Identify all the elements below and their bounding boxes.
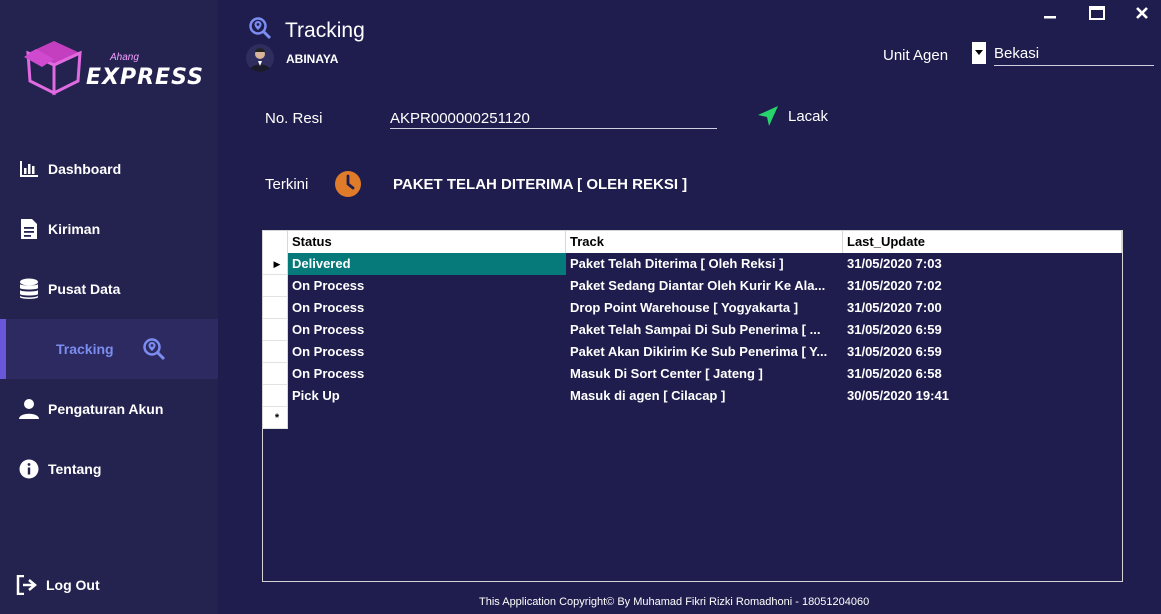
row-header[interactable] bbox=[263, 341, 288, 363]
sidebar-item-tentang[interactable]: Tentang bbox=[0, 449, 218, 489]
row-header[interactable] bbox=[263, 385, 288, 407]
no-resi-label: No. Resi bbox=[265, 110, 323, 127]
sidebar-item-label: Pusat Data bbox=[48, 281, 121, 297]
last-update-cell[interactable]: 31/05/2020 6:58 bbox=[843, 363, 1122, 385]
sidebar-item-label: Tracking bbox=[56, 341, 114, 357]
table-row[interactable]: Pick Up Masuk di agen [ Cilacap ] 30/05/… bbox=[263, 385, 1122, 407]
track-cell[interactable]: Paket Sedang Diantar Oleh Kurir Ke Ala..… bbox=[566, 275, 843, 297]
track-cell[interactable]: Paket Akan Dikirim Ke Sub Penerima [ Y..… bbox=[566, 341, 843, 363]
logout-icon bbox=[16, 574, 38, 596]
column-header-track[interactable]: Track bbox=[566, 231, 843, 253]
last-update-cell[interactable]: 31/05/2020 6:59 bbox=[843, 319, 1122, 341]
sidebar-item-label: Kiriman bbox=[48, 221, 101, 237]
bar-chart-icon bbox=[18, 158, 40, 180]
last-update-cell[interactable]: 31/05/2020 7:02 bbox=[843, 275, 1122, 297]
last-update-cell[interactable]: 31/05/2020 6:59 bbox=[843, 341, 1122, 363]
status-cell[interactable]: Pick Up bbox=[288, 385, 566, 407]
tracking-grid[interactable]: Status Track Last_Update ▶ Delivered Pak… bbox=[262, 230, 1123, 582]
chevron-down-icon bbox=[975, 50, 983, 55]
maximize-button[interactable] bbox=[1087, 4, 1107, 22]
sidebar: Ahang EXPRESS Dashboard Kiriman Pusat Da… bbox=[0, 0, 218, 614]
logout-button[interactable]: Log Out bbox=[0, 565, 218, 605]
document-icon bbox=[18, 218, 40, 240]
row-header[interactable] bbox=[263, 319, 288, 341]
status-cell[interactable]: On Process bbox=[288, 297, 566, 319]
no-resi-input[interactable] bbox=[390, 108, 717, 129]
brand-name: EXPRESS bbox=[86, 65, 204, 90]
lacak-label: Lacak bbox=[788, 107, 829, 125]
table-row[interactable]: On Process Masuk Di Sort Center [ Jateng… bbox=[263, 363, 1122, 385]
status-cell[interactable]: Delivered bbox=[288, 253, 566, 275]
tracking-icon bbox=[248, 16, 272, 45]
track-cell[interactable]: Paket Telah Sampai Di Sub Penerima [ ... bbox=[566, 319, 843, 341]
track-cell[interactable]: Masuk Di Sort Center [ Jateng ] bbox=[566, 363, 843, 385]
brand-script: Ahang bbox=[110, 52, 139, 63]
user-icon bbox=[18, 398, 40, 420]
status-cell[interactable]: On Process bbox=[288, 363, 566, 385]
lacak-button[interactable]: Lacak bbox=[756, 104, 828, 128]
info-icon bbox=[18, 458, 40, 480]
unit-agen-value[interactable]: Bekasi bbox=[994, 45, 1154, 66]
app-logo: Ahang EXPRESS bbox=[22, 35, 203, 105]
table-row[interactable]: On Process Paket Akan Dikirim Ke Sub Pen… bbox=[263, 341, 1122, 363]
box-logo-icon bbox=[24, 41, 82, 96]
grid-corner bbox=[263, 231, 288, 253]
last-update-cell[interactable]: 31/05/2020 7:03 bbox=[843, 253, 1122, 275]
grid-header: Status Track Last_Update bbox=[263, 231, 1122, 253]
terkini-label: Terkini bbox=[265, 176, 309, 193]
terkini-status: PAKET TELAH DITERIMA [ OLEH REKSI ] bbox=[393, 176, 688, 193]
row-header[interactable] bbox=[263, 363, 288, 385]
location-arrow-icon bbox=[758, 106, 778, 126]
column-header-last-update[interactable]: Last_Update bbox=[843, 231, 1122, 253]
row-header[interactable] bbox=[263, 297, 288, 319]
last-update-cell[interactable]: 30/05/2020 19:41 bbox=[843, 385, 1122, 407]
sidebar-item-label: Pengaturan Akun bbox=[48, 401, 164, 417]
table-row[interactable]: On Process Paket Telah Sampai Di Sub Pen… bbox=[263, 319, 1122, 341]
sidebar-item-dashboard[interactable]: Dashboard bbox=[0, 149, 218, 189]
close-icon bbox=[1136, 7, 1148, 19]
user-name: ABINAYA bbox=[286, 52, 339, 66]
column-header-status[interactable]: Status bbox=[288, 231, 566, 253]
last-update-cell[interactable]: 31/05/2020 7:00 bbox=[843, 297, 1122, 319]
unit-agen-dropdown[interactable] bbox=[972, 42, 986, 64]
track-cell[interactable]: Masuk di agen [ Cilacap ] bbox=[566, 385, 843, 407]
status-cell[interactable]: On Process bbox=[288, 341, 566, 363]
page-title: Tracking bbox=[285, 19, 365, 42]
track-cell[interactable]: Drop Point Warehouse [ Yogyakarta ] bbox=[566, 297, 843, 319]
minimize-icon bbox=[1044, 16, 1056, 19]
new-row[interactable]: * bbox=[263, 407, 1122, 429]
table-row[interactable]: ▶ Delivered Paket Telah Diterima [ Oleh … bbox=[263, 253, 1122, 275]
search-location-icon bbox=[142, 337, 166, 361]
close-button[interactable] bbox=[1132, 4, 1152, 22]
track-cell[interactable]: Paket Telah Diterima [ Oleh Reksi ] bbox=[566, 253, 843, 275]
status-cell[interactable]: On Process bbox=[288, 275, 566, 297]
sidebar-item-tracking[interactable]: Tracking bbox=[0, 319, 218, 379]
database-icon bbox=[18, 278, 40, 300]
table-row[interactable]: On Process Paket Sedang Diantar Oleh Kur… bbox=[263, 275, 1122, 297]
clock-icon bbox=[334, 170, 362, 203]
avatar bbox=[246, 44, 274, 72]
minimize-button[interactable] bbox=[1040, 4, 1060, 22]
sidebar-item-pengaturan-akun[interactable]: Pengaturan Akun bbox=[0, 389, 218, 429]
status-cell[interactable]: On Process bbox=[288, 319, 566, 341]
maximize-icon bbox=[1089, 6, 1105, 20]
sidebar-item-label: Tentang bbox=[48, 461, 102, 477]
new-row-icon[interactable]: * bbox=[263, 407, 288, 429]
sidebar-item-kiriman[interactable]: Kiriman bbox=[0, 209, 218, 249]
sidebar-item-pusat-data[interactable]: Pusat Data bbox=[0, 269, 218, 309]
row-header[interactable] bbox=[263, 275, 288, 297]
sidebar-item-label: Dashboard bbox=[48, 161, 122, 177]
logout-label: Log Out bbox=[46, 577, 100, 593]
table-row[interactable]: On Process Drop Point Warehouse [ Yogyak… bbox=[263, 297, 1122, 319]
copyright-text: This Application Copyright© By Muhamad F… bbox=[479, 596, 870, 608]
current-row-icon[interactable]: ▶ bbox=[263, 253, 288, 275]
unit-agen-label: Unit Agen bbox=[883, 47, 949, 64]
